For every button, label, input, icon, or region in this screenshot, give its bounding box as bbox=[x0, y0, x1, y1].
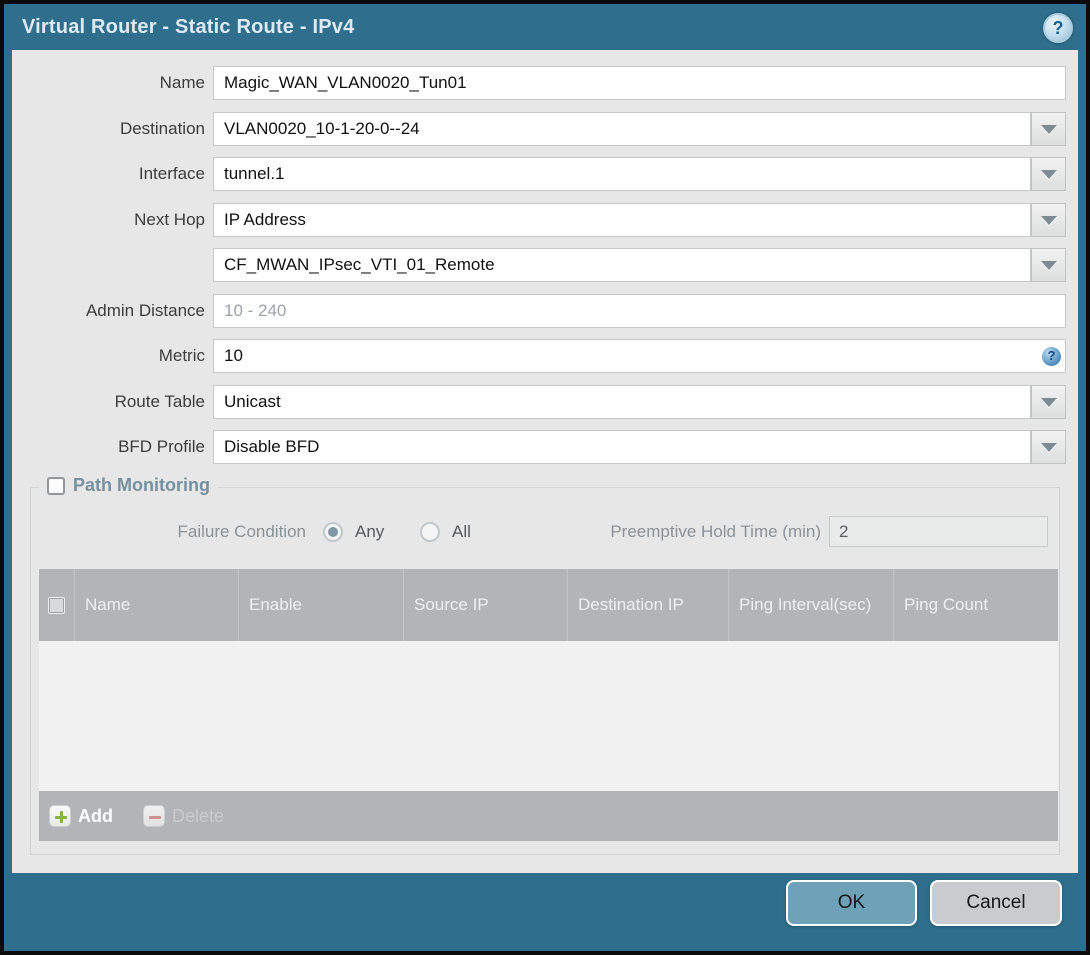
column-header-source-ip[interactable]: Source IP bbox=[403, 569, 567, 641]
interface-label: Interface bbox=[138, 164, 205, 183]
failure-condition-any-label: Any bbox=[355, 522, 385, 541]
chevron-down-icon bbox=[1040, 169, 1057, 179]
chevron-down-icon bbox=[1040, 397, 1057, 407]
delete-button-label: Delete bbox=[172, 805, 225, 826]
delete-minus-icon bbox=[143, 805, 165, 827]
select-all-checkbox[interactable] bbox=[48, 596, 65, 614]
destination-label: Destination bbox=[119, 119, 205, 138]
route-table-label: Route Table bbox=[114, 392, 205, 411]
failure-condition-all-radio[interactable] bbox=[420, 522, 440, 542]
next-hop-address-dropdown-button[interactable] bbox=[1031, 248, 1066, 282]
column-header-name[interactable]: Name bbox=[74, 569, 238, 641]
path-monitoring-legend: Path Monitoring bbox=[39, 475, 218, 496]
add-button-label: Add bbox=[78, 805, 113, 826]
form-row-name: Name bbox=[12, 66, 1078, 100]
static-route-dialog: Virtual Router - Static Route - IPv4 ? N… bbox=[4, 4, 1086, 951]
form-row-route-table: Route Table bbox=[12, 385, 1078, 419]
help-icon[interactable]: ? bbox=[1043, 13, 1073, 43]
dialog-titlebar: Virtual Router - Static Route - IPv4 ? bbox=[4, 4, 1086, 50]
next-hop-address-input[interactable] bbox=[213, 248, 1031, 282]
add-plus-icon bbox=[49, 805, 71, 827]
preemptive-hold-time-label: Preemptive Hold Time (min) bbox=[610, 522, 821, 541]
table-header-checkbox-cell bbox=[39, 569, 74, 641]
next-hop-label: Next Hop bbox=[134, 210, 205, 229]
path-monitoring-checkbox[interactable] bbox=[47, 476, 65, 495]
table-header-row: Name Enable Source IP Destination IP Pin… bbox=[39, 569, 1058, 641]
form-row-admin-distance: Admin Distance bbox=[12, 294, 1078, 328]
form-row-bfd-profile: BFD Profile bbox=[12, 430, 1078, 464]
failure-condition-any-radio[interactable] bbox=[323, 522, 343, 542]
cancel-button[interactable]: Cancel bbox=[930, 880, 1062, 926]
name-input[interactable] bbox=[213, 66, 1066, 100]
column-header-destination-ip[interactable]: Destination IP bbox=[567, 569, 728, 641]
route-table-dropdown-button[interactable] bbox=[1031, 385, 1066, 419]
bfd-profile-label: BFD Profile bbox=[118, 437, 205, 456]
interface-dropdown-button[interactable] bbox=[1031, 157, 1066, 191]
preemptive-hold-time-input[interactable] bbox=[829, 516, 1048, 547]
admin-distance-label: Admin Distance bbox=[85, 301, 205, 320]
metric-input[interactable] bbox=[213, 339, 1066, 373]
column-header-ping-count[interactable]: Ping Count bbox=[893, 569, 1058, 641]
destination-input[interactable] bbox=[213, 112, 1031, 146]
delete-button[interactable]: Delete bbox=[143, 805, 224, 827]
next-hop-dropdown-button[interactable] bbox=[1031, 203, 1066, 237]
next-hop-select[interactable] bbox=[213, 203, 1031, 237]
screenshot-root: Virtual Router - Static Route - IPv4 ? N… bbox=[0, 0, 1090, 955]
metric-label: Metric bbox=[158, 346, 205, 365]
chevron-down-icon bbox=[1040, 260, 1057, 270]
failure-condition-label: Failure Condition bbox=[177, 522, 306, 541]
failure-condition-row: Failure Condition Any All Preemptive Hol… bbox=[31, 514, 1059, 550]
path-monitoring-title: Path Monitoring bbox=[73, 475, 210, 495]
ok-button[interactable]: OK bbox=[786, 880, 917, 926]
chevron-down-icon bbox=[1040, 124, 1057, 134]
form-row-next-hop: Next Hop bbox=[12, 203, 1078, 237]
info-icon[interactable]: ? bbox=[1042, 347, 1061, 366]
table-body-empty bbox=[39, 641, 1058, 791]
column-header-ping-interval[interactable]: Ping Interval(sec) bbox=[728, 569, 893, 641]
dialog-title: Virtual Router - Static Route - IPv4 bbox=[22, 16, 355, 38]
table-footer: Add Delete bbox=[39, 791, 1058, 841]
path-monitoring-fieldset: Path Monitoring Failure Condition Any Al… bbox=[30, 475, 1060, 855]
chevron-down-icon bbox=[1040, 442, 1057, 452]
form-row-next-hop-address bbox=[12, 248, 1078, 282]
admin-distance-input[interactable] bbox=[213, 294, 1066, 328]
dialog-content: Name Destination Interface bbox=[12, 50, 1078, 873]
route-table-select[interactable] bbox=[213, 385, 1031, 419]
destination-dropdown-button[interactable] bbox=[1031, 112, 1066, 146]
name-label: Name bbox=[159, 73, 205, 92]
bfd-profile-select[interactable] bbox=[213, 430, 1031, 464]
path-monitoring-table: Name Enable Source IP Destination IP Pin… bbox=[39, 569, 1058, 841]
form-row-destination: Destination bbox=[12, 112, 1078, 146]
form-row-metric: Metric ? bbox=[12, 339, 1078, 373]
column-header-enable[interactable]: Enable bbox=[238, 569, 403, 641]
bfd-profile-dropdown-button[interactable] bbox=[1031, 430, 1066, 464]
chevron-down-icon bbox=[1040, 215, 1057, 225]
add-button[interactable]: Add bbox=[49, 805, 113, 827]
form-row-interface: Interface bbox=[12, 157, 1078, 191]
interface-input[interactable] bbox=[213, 157, 1031, 191]
failure-condition-all-label: All bbox=[452, 522, 471, 541]
